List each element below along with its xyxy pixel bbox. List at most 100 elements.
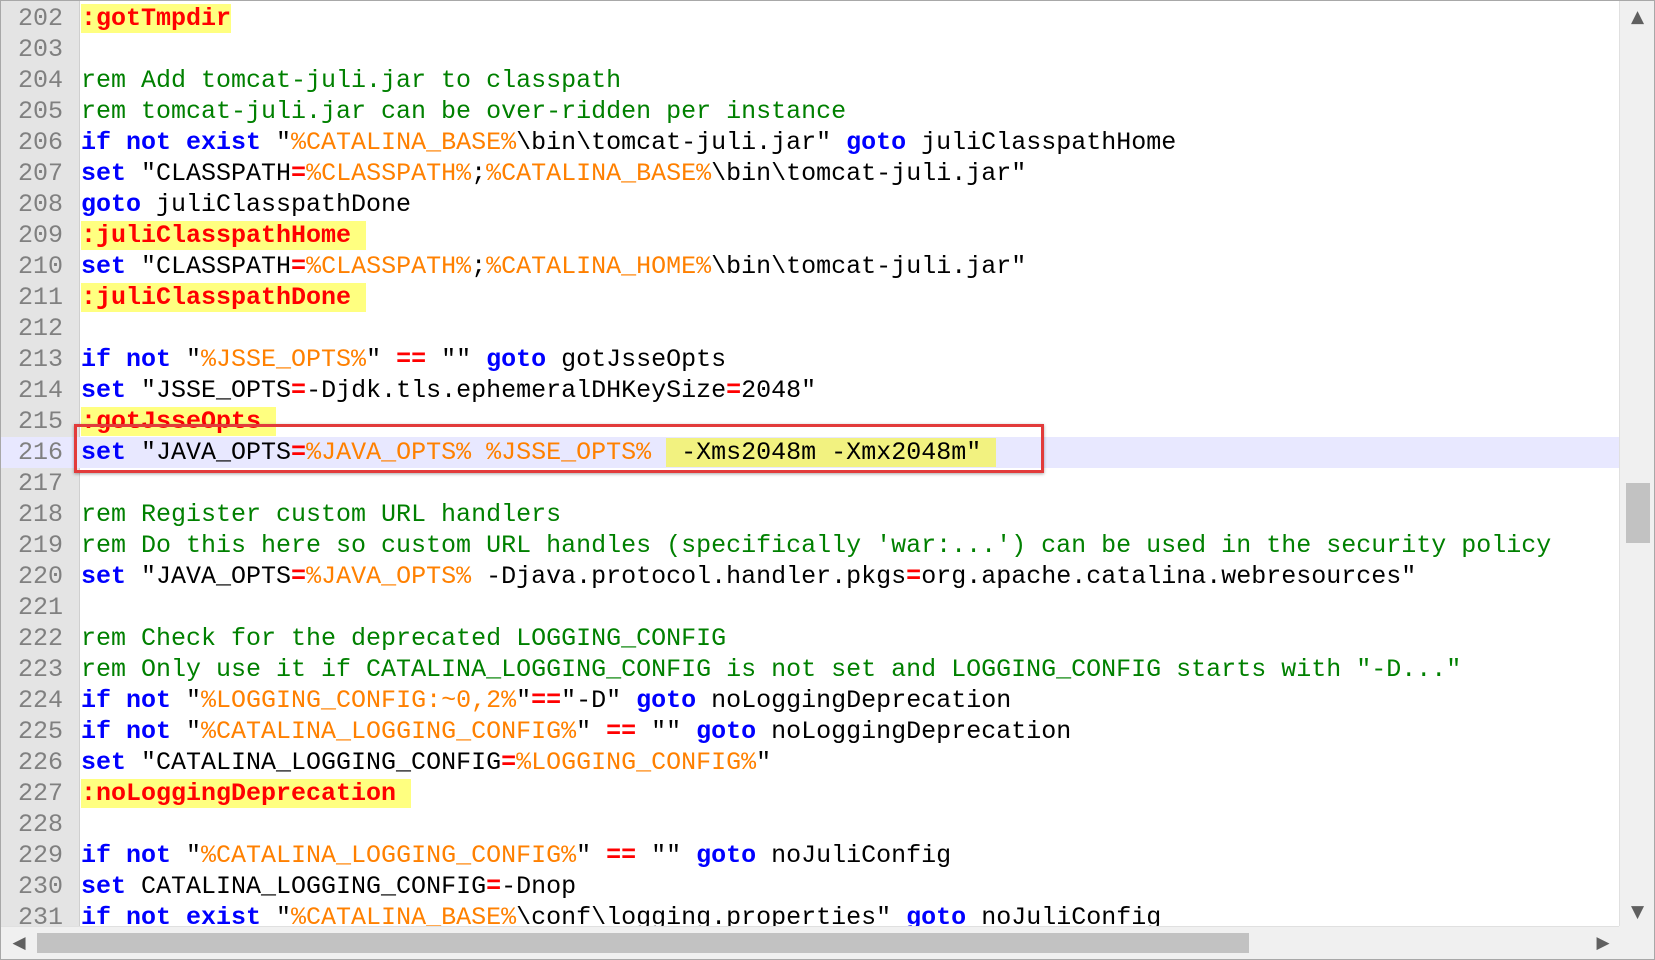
code-token: if not: [81, 686, 172, 715]
code-token: ==: [606, 841, 637, 870]
line-text: set "CLASSPATH=%CLASSPATH%;%CATALINA_BAS…: [81, 158, 1026, 189]
scroll-up-icon[interactable]: ▲: [1620, 1, 1654, 33]
code-token: CATALINA_LOGGING_CONFIG: [126, 872, 487, 901]
code-token: =: [291, 159, 307, 188]
code-token: \bin\tomcat-juli.jar": [516, 128, 847, 157]
line-number: 223: [17, 655, 63, 684]
code-line[interactable]: 229 if not "%CATALINA_LOGGING_CONFIG%" ==…: [1, 840, 1619, 871]
code-line[interactable]: 204 rem Add tomcat-juli.jar to classpath: [1, 65, 1619, 96]
code-token: =: [291, 376, 307, 405]
line-number: 226: [17, 748, 63, 777]
code-token: rem Add tomcat-juli.jar to classpath: [81, 66, 622, 95]
code-line[interactable]: 206 if not exist "%CATALINA_BASE%\bin\tom…: [1, 127, 1619, 158]
code-token: ": [516, 686, 532, 715]
line-number: 221: [17, 593, 63, 622]
code-token: ": [576, 841, 607, 870]
code-line[interactable]: 225 if not "%CATALINA_LOGGING_CONFIG%" ==…: [1, 716, 1619, 747]
scroll-left-icon[interactable]: ◀: [1, 927, 37, 959]
line-number: 224: [17, 686, 63, 715]
code-line[interactable]: 221: [1, 592, 1619, 623]
code-line[interactable]: 228: [1, 809, 1619, 840]
line-text: set "CATALINA_LOGGING_CONFIG=%LOGGING_CO…: [81, 747, 771, 778]
code-token: "": [636, 717, 697, 746]
code-line[interactable]: 217: [1, 468, 1619, 499]
code-token: %CATALINA_HOME%: [486, 252, 712, 281]
code-token: ": [171, 717, 202, 746]
scroll-right-icon[interactable]: ▶: [1585, 927, 1621, 959]
horizontal-scroll-thumb[interactable]: [37, 933, 1249, 953]
line-text: if not "%LOGGING_CONFIG:~0,2%"=="-D" got…: [81, 685, 1011, 716]
code-area[interactable]: 202:gotTmpdir 203 204 rem Add tomcat-juli.j…: [1, 1, 1619, 928]
code-token: noLoggingDeprecation: [756, 717, 1072, 746]
line-text: :juliClasspathHome: [81, 220, 367, 251]
line-number: 215: [17, 407, 63, 436]
line-text: rem Do this here so custom URL handles (…: [81, 530, 1551, 561]
code-token: ": [261, 903, 292, 928]
line-text: set "JAVA_OPTS=%JAVA_OPTS% %JSSE_OPTS% -…: [81, 437, 997, 468]
code-line[interactable]: 223 rem Only use it if CATALINA_LOGGING_C…: [1, 654, 1619, 685]
code-token: goto: [486, 345, 547, 374]
line-number: 202: [17, 4, 63, 33]
code-token: rem Register custom URL handlers: [81, 500, 562, 529]
code-token: set: [81, 748, 127, 777]
code-line[interactable]: 208 goto juliClasspathDone: [1, 189, 1619, 220]
code-line[interactable]: 214 set "JSSE_OPTS=-Djdk.tls.ephemeralDHK…: [1, 375, 1619, 406]
code-line[interactable]: 205 rem tomcat-juli.jar can be over-ridde…: [1, 96, 1619, 127]
code-token: ": [171, 345, 202, 374]
code-editor[interactable]: 202:gotTmpdir 203 204 rem Add tomcat-juli.j…: [0, 0, 1655, 960]
code-token: %CLASSPATH%: [306, 159, 472, 188]
line-text: if not exist "%CATALINA_BASE%\bin\tomcat…: [81, 127, 1176, 158]
line-text: set "CLASSPATH=%CLASSPATH%;%CATALINA_HOM…: [81, 251, 1026, 282]
line-text: if not exist "%CATALINA_BASE%\conf\loggi…: [81, 902, 1161, 928]
line-text: :noLoggingDeprecation: [81, 778, 412, 809]
code-line[interactable]: 211:juliClasspathDone: [1, 282, 1619, 313]
line-text: set "JSSE_OPTS=-Djdk.tls.ephemeralDHKeyS…: [81, 375, 816, 406]
horizontal-scrollbar[interactable]: ◀ ▶: [1, 926, 1621, 959]
code-token: noJuliConfig: [756, 841, 952, 870]
code-line[interactable]: 213 if not "%JSSE_OPTS%" == "" goto gotJs…: [1, 344, 1619, 375]
code-line[interactable]: 209 :juliClasspathHome: [1, 220, 1619, 251]
code-token: set: [81, 252, 127, 281]
code-token: -Djava.protocol.handler.pkgs: [471, 562, 907, 591]
code-line[interactable]: 231 if not exist "%CATALINA_BASE%\conf\lo…: [1, 902, 1619, 928]
code-token: ==: [606, 717, 637, 746]
code-token: ": [171, 841, 202, 870]
code-token: if not: [81, 345, 172, 374]
code-line[interactable]: 226 set "CATALINA_LOGGING_CONFIG=%LOGGING…: [1, 747, 1619, 778]
code-line[interactable]: 220 set "JAVA_OPTS=%JAVA_OPTS% -Djava.pro…: [1, 561, 1619, 592]
code-line[interactable]: 216 set "JAVA_OPTS=%JAVA_OPTS% %JSSE_OPTS…: [1, 437, 1619, 468]
code-line[interactable]: 230 set CATALINA_LOGGING_CONFIG=-Dnop: [1, 871, 1619, 902]
code-line[interactable]: 218 rem Register custom URL handlers: [1, 499, 1619, 530]
code-token: juliClasspathDone: [141, 190, 412, 219]
code-line[interactable]: 203: [1, 34, 1619, 65]
line-number: 230: [17, 872, 63, 901]
code-token: =: [726, 376, 742, 405]
code-token: ": [171, 686, 202, 715]
code-line[interactable]: 212: [1, 313, 1619, 344]
code-line[interactable]: 215:gotJsseOpts: [1, 406, 1619, 437]
code-line[interactable]: 219 rem Do this here so custom URL handle…: [1, 530, 1619, 561]
code-token: =: [501, 748, 517, 777]
vertical-scrollbar[interactable]: ▲ ▼: [1619, 1, 1654, 928]
code-line[interactable]: 207 set "CLASSPATH=%CLASSPATH%;%CATALINA_…: [1, 158, 1619, 189]
code-token: =: [291, 252, 307, 281]
code-token: =: [906, 562, 922, 591]
code-token: goto: [906, 903, 967, 928]
code-line[interactable]: 210 set "CLASSPATH=%CLASSPATH%;%CATALINA_…: [1, 251, 1619, 282]
line-number: 209: [17, 221, 63, 250]
line-number: 207: [17, 159, 63, 188]
code-token: "JSSE_OPTS: [126, 376, 292, 405]
code-token: set: [81, 438, 127, 467]
scroll-down-icon[interactable]: ▼: [1620, 896, 1654, 928]
line-number: 216: [17, 438, 63, 467]
line-text: rem Register custom URL handlers: [81, 499, 561, 530]
code-line[interactable]: 224 if not "%LOGGING_CONFIG:~0,2%"=="-D" …: [1, 685, 1619, 716]
code-line[interactable]: 202:gotTmpdir: [1, 3, 1619, 34]
line-number: 206: [17, 128, 63, 157]
code-token: "-D": [561, 686, 637, 715]
line-text: if not "%JSSE_OPTS%" == "" goto gotJsseO…: [81, 344, 726, 375]
code-line[interactable]: 222 rem Check for the deprecated LOGGING_…: [1, 623, 1619, 654]
code-line[interactable]: 227:noLoggingDeprecation: [1, 778, 1619, 809]
vertical-scroll-thumb[interactable]: [1626, 483, 1650, 543]
line-text: set "JAVA_OPTS=%JAVA_OPTS% -Djava.protoc…: [81, 561, 1416, 592]
